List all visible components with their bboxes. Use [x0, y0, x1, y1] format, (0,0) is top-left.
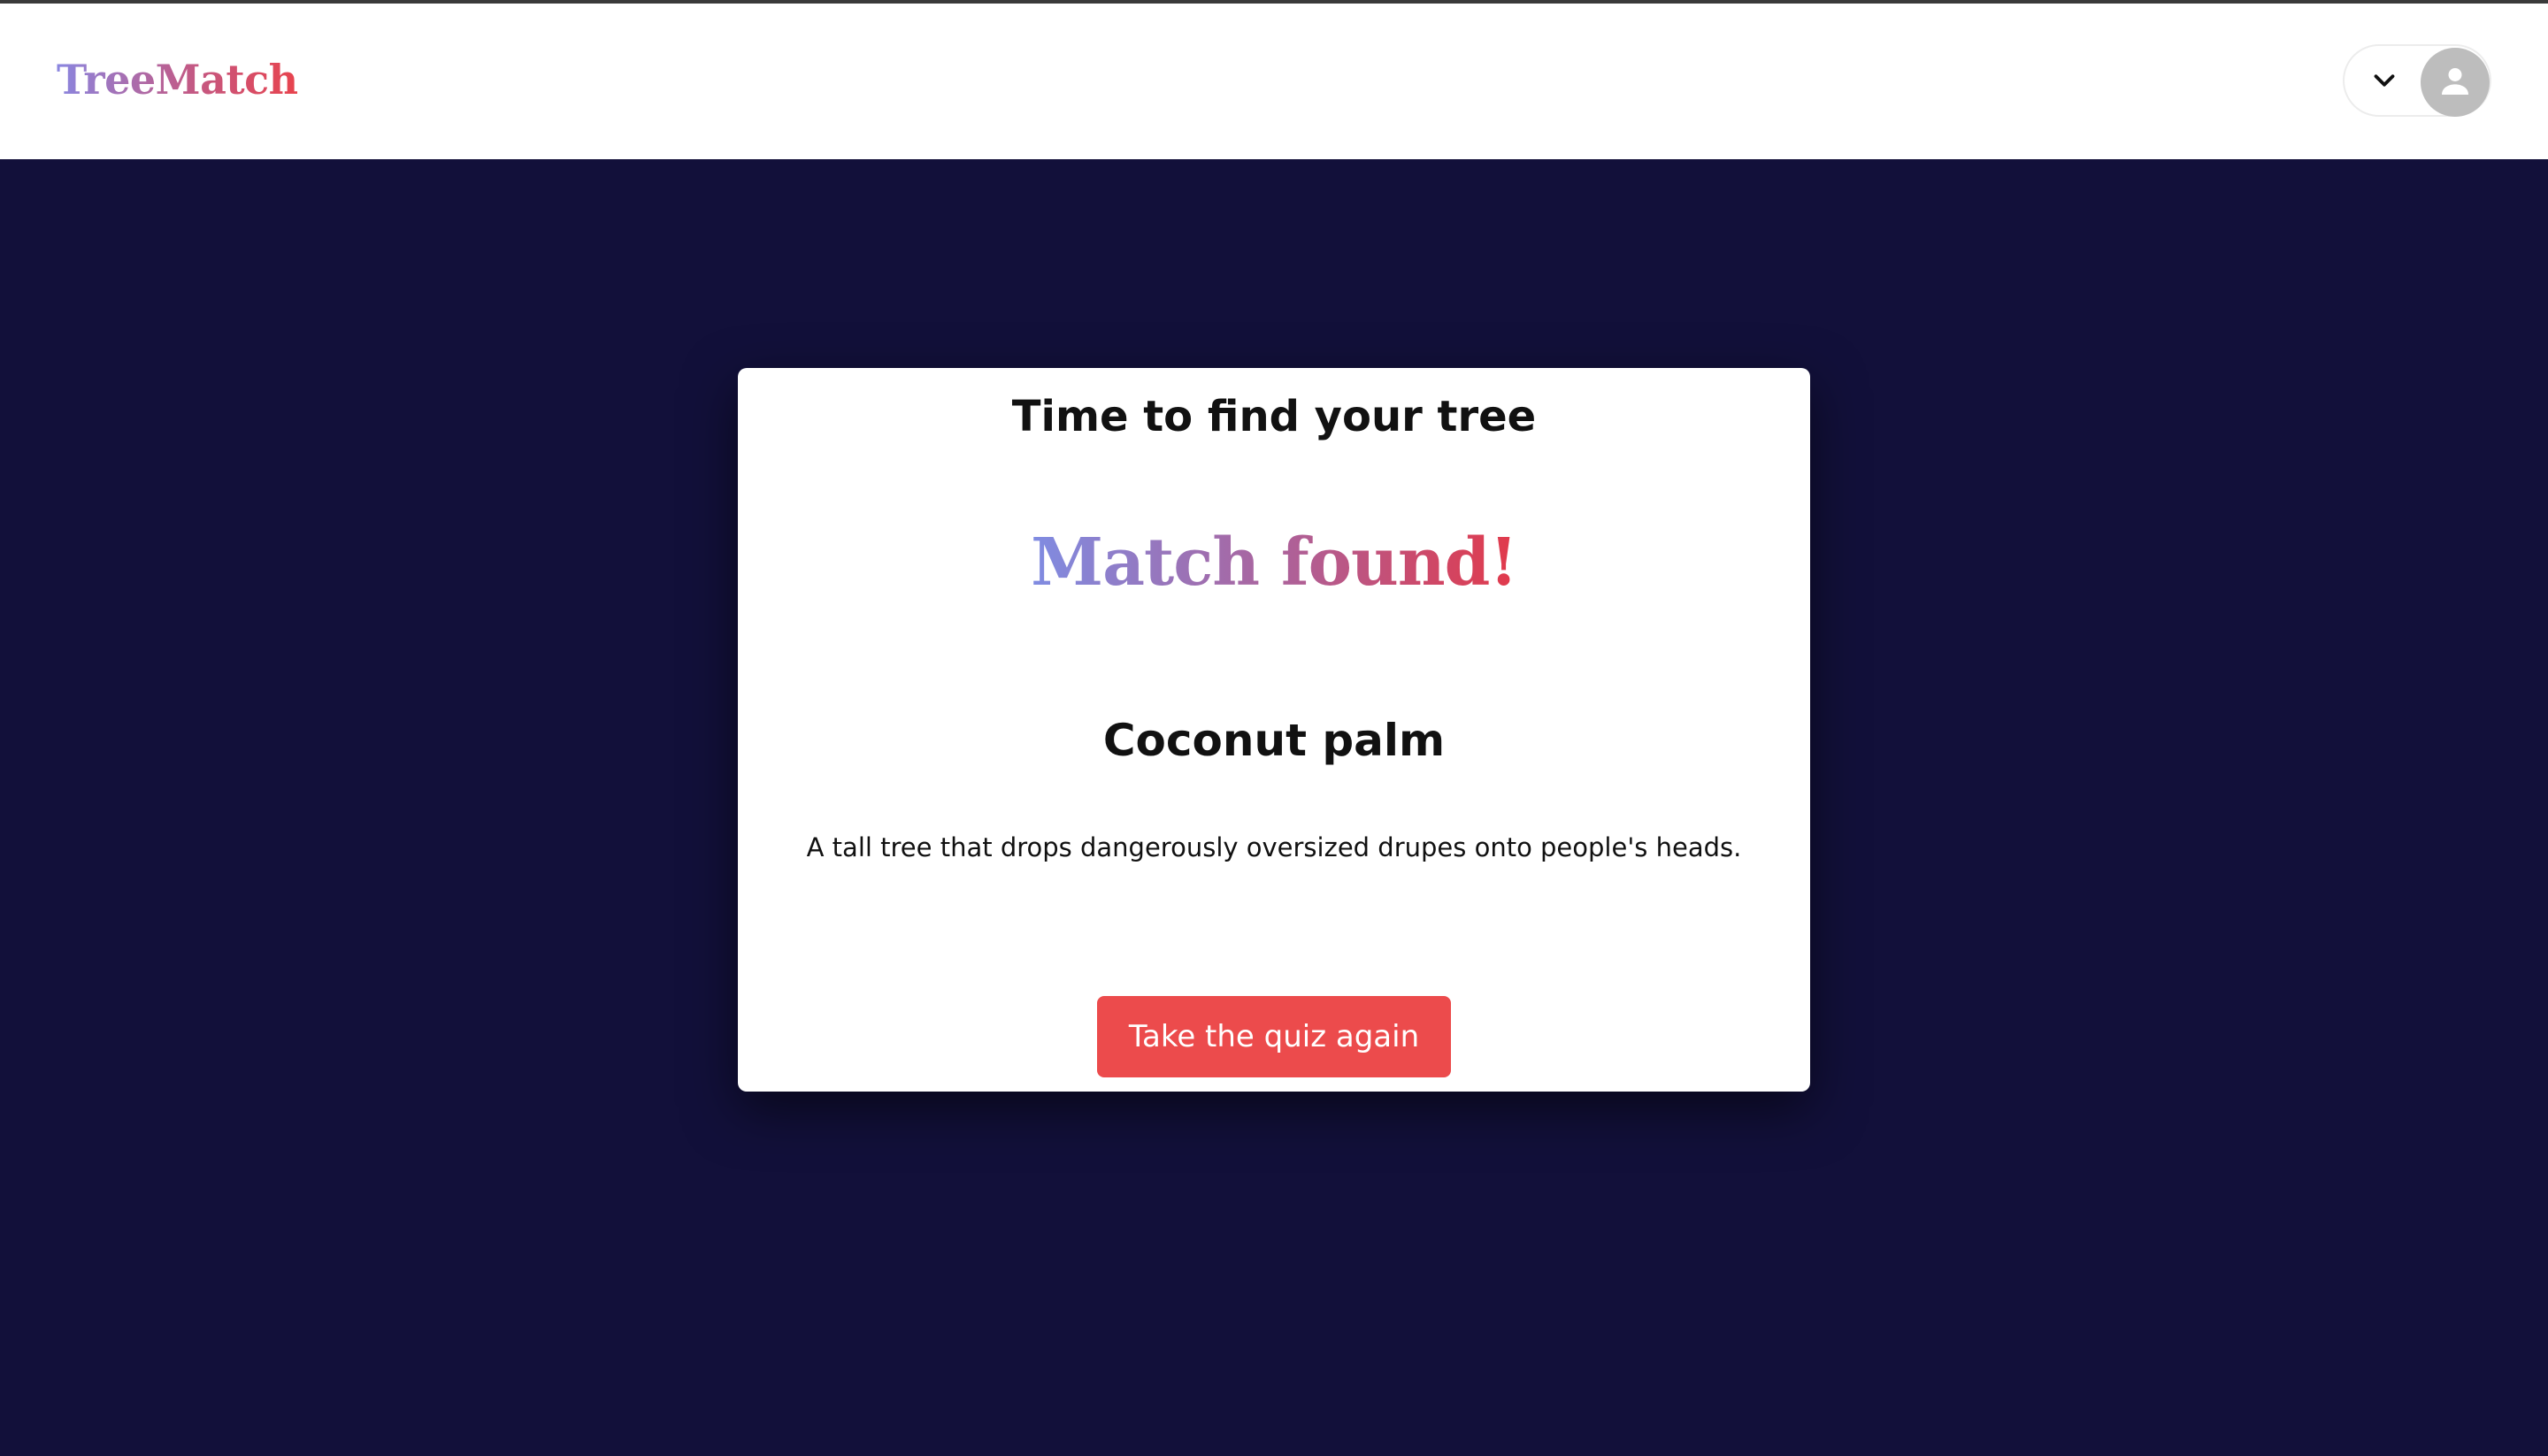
- user-menu-button[interactable]: [2343, 44, 2491, 117]
- avatar[interactable]: [2421, 48, 2490, 117]
- navbar: TreeMatch: [0, 4, 2548, 159]
- card-title: Time to find your tree: [1011, 392, 1537, 441]
- brand-logo[interactable]: TreeMatch: [57, 51, 298, 108]
- chevron-down-icon[interactable]: [2368, 64, 2401, 97]
- match-found-heading: Match found!: [738, 518, 1810, 607]
- tree-description: A tall tree that drops dangerously overs…: [806, 832, 1742, 862]
- tree-name: Coconut palm: [1102, 715, 1446, 766]
- result-card: Time to find your tree Match found! Coco…: [738, 368, 1810, 1092]
- user-icon: [2442, 68, 2468, 95]
- take-quiz-again-button[interactable]: Take the quiz again: [1097, 996, 1451, 1077]
- match-found-text: Match found!: [1031, 525, 1518, 601]
